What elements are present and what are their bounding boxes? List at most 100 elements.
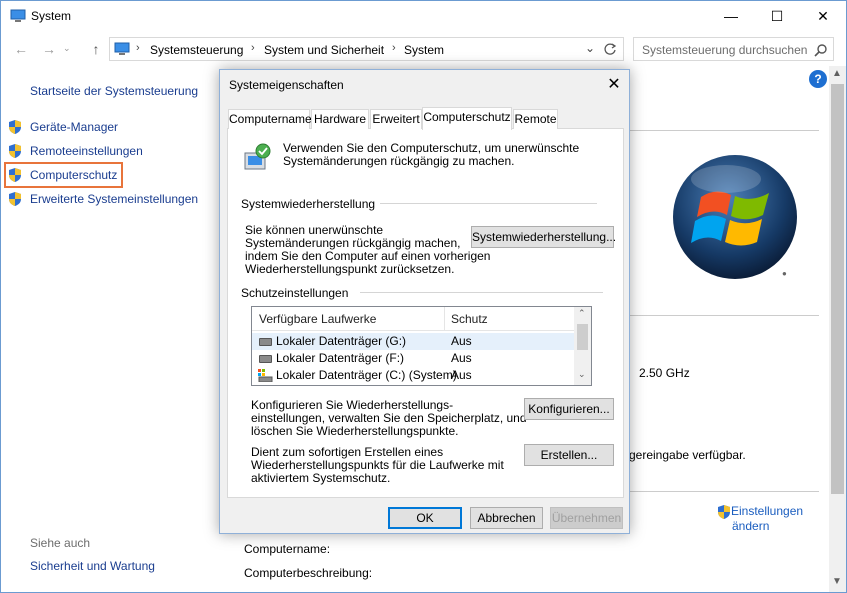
create-text-2: Wiederherstellungspunkts für die Laufwer… — [251, 458, 504, 472]
breadcrumb-separator-icon[interactable]: › — [251, 42, 255, 54]
change-settings-label: ändern — [732, 519, 770, 533]
scroll-down-icon[interactable]: ▼ — [832, 576, 842, 587]
see-also-sicherheit-und-wartung[interactable]: Sicherheit und Wartung — [30, 559, 155, 573]
configure-button[interactable]: Konfigurieren... — [524, 398, 614, 420]
create-text-3: aktiviertem Systemschutz. — [251, 471, 391, 485]
group-divider — [360, 292, 603, 293]
pen-input-text: gereingabe verfügbar. — [629, 448, 746, 462]
tab-computername[interactable]: Computername — [228, 109, 312, 129]
table-row[interactable]: Lokaler Datenträger (G:) Aus — [252, 333, 574, 350]
minimize-button[interactable]: — — [708, 1, 754, 32]
dialog-title: Systemeigenschaften — [229, 78, 344, 92]
tab-computerschutz[interactable]: Computerschutz — [422, 107, 512, 130]
recent-locations-chevron-icon[interactable]: ⌄ — [63, 43, 71, 54]
window-title: System — [31, 9, 72, 23]
system-restore-button[interactable]: Systemwiederherstellung... — [471, 226, 616, 248]
control-panel-icon — [114, 42, 130, 55]
column-header-laufwerke[interactable]: Verfügbare Laufwerke — [252, 307, 445, 331]
drive-name: Lokaler Datenträger (C:) (System) — [276, 368, 457, 382]
breadcrumb-systemsteuerung[interactable]: Systemsteuerung — [150, 43, 243, 57]
shield-icon — [9, 192, 21, 206]
dialog-close-button[interactable]: ✕ — [602, 73, 626, 97]
ok-button[interactable]: OK — [388, 507, 462, 529]
search-input[interactable]: Systemsteuerung durchsuchen — [642, 43, 807, 57]
up-button[interactable]: ↑ — [86, 41, 106, 57]
section-divider — [629, 315, 819, 316]
table-row[interactable]: Lokaler Datenträger (C:) (System) Aus — [252, 367, 574, 384]
scroll-thumb[interactable] — [831, 84, 844, 494]
address-box[interactable]: › Systemsteuerung › System und Sicherhei… — [109, 37, 624, 61]
restore-text-4: Wiederherstellungspunkt zurücksetzen. — [245, 262, 455, 276]
back-button[interactable]: ← — [11, 41, 31, 57]
table-row[interactable]: Lokaler Datenträger (F:) Aus — [252, 350, 574, 367]
sidebar-item-computerschutz[interactable]: Computerschutz — [4, 162, 123, 188]
breadcrumb-system-und-sicherheit[interactable]: System und Sicherheit — [264, 43, 384, 57]
configure-text-1: Konfigurieren Sie Wiederherstellungs- — [251, 398, 454, 412]
scroll-up-icon[interactable]: ▲ — [832, 68, 842, 79]
title-bar[interactable]: System — ☐ ✕ — [1, 1, 846, 32]
cancel-button[interactable]: Abbrechen — [470, 507, 543, 529]
intro-line-2: Systemänderungen rückgängig zu machen. — [283, 154, 515, 168]
configure-text-2: einstellungen, verwalten Sie den Speiche… — [251, 411, 527, 425]
apply-button[interactable]: Übernehmen — [550, 507, 623, 529]
computer-description-label: Computerbeschreibung: — [244, 566, 373, 580]
tab-erweitert[interactable]: Erweitert — [370, 109, 422, 129]
drive-list[interactable]: Verfügbare Laufwerke Schutz Lokaler Date… — [251, 306, 592, 386]
tab-remote[interactable]: Remote — [513, 109, 558, 129]
search-icon[interactable] — [814, 43, 828, 57]
drive-name: Lokaler Datenträger (F:) — [276, 351, 405, 365]
protection-group-heading: Schutzeinstellungen — [241, 286, 349, 300]
address-dropdown-chevron-icon[interactable]: ⌄ — [585, 41, 595, 55]
sidebar-item-label: Computerschutz — [30, 168, 118, 182]
help-icon[interactable]: ? — [809, 70, 827, 88]
sidebar-item-label: Geräte-Manager — [30, 120, 119, 134]
breadcrumb-system[interactable]: System — [404, 43, 444, 57]
scroll-thumb[interactable] — [577, 324, 588, 350]
drive-icon — [259, 355, 272, 363]
change-settings-label: Einstellungen — [731, 504, 804, 518]
computer-icon — [10, 9, 26, 22]
scroll-down-icon[interactable]: ⌄ — [578, 369, 586, 380]
breadcrumb-separator-icon[interactable]: › — [392, 42, 396, 54]
restore-group-heading: Systemwiederherstellung — [241, 197, 376, 211]
refresh-icon[interactable] — [603, 42, 617, 56]
maximize-button[interactable]: ☐ — [754, 1, 800, 32]
system-properties-dialog: Systemeigenschaften ✕ Computername Hardw… — [219, 69, 630, 534]
registered-mark-icon: ● — [782, 269, 787, 278]
shield-icon — [9, 144, 21, 158]
see-also-heading: Siehe auch — [30, 536, 91, 550]
tab-hardware[interactable]: Hardware — [311, 109, 369, 129]
group-divider — [380, 203, 597, 204]
scroll-up-icon[interactable]: ⌃ — [578, 308, 586, 319]
section-divider — [629, 130, 819, 131]
drive-name: Lokaler Datenträger (G:) — [276, 334, 407, 348]
shield-icon — [9, 168, 21, 182]
home-link[interactable]: Startseite der Systemsteuerung — [30, 84, 198, 98]
intro-line-1: Verwenden Sie den Computerschutz, um une… — [283, 141, 580, 155]
system-protection-icon — [244, 143, 271, 170]
drive-list-scrollbar[interactable]: ⌃ ⌄ — [574, 307, 591, 385]
configure-text-3: löschen Sie Wiederherstellungspunkte. — [251, 424, 459, 438]
main-scrollbar[interactable]: ▲ ▼ — [829, 66, 846, 592]
create-button[interactable]: Erstellen... — [524, 444, 614, 466]
forward-button[interactable]: → — [39, 41, 59, 57]
system-drive-icon — [258, 369, 273, 382]
windows-logo-icon — [673, 155, 797, 279]
shield-icon — [9, 120, 21, 134]
sidebar-item-label: Remoteeinstellungen — [30, 144, 143, 158]
column-header-schutz[interactable]: Schutz — [445, 307, 574, 331]
restore-text-3: indem Sie den Computer auf einen vorheri… — [245, 249, 491, 263]
close-button[interactable]: ✕ — [800, 1, 846, 32]
address-bar-row: ← → ⌄ ↑ › Systemsteuerung › System und S… — [1, 34, 846, 66]
breadcrumb-separator-icon[interactable]: › — [136, 42, 140, 54]
drive-protection: Aus — [451, 351, 472, 365]
restore-text-1: Sie können unerwünschte — [245, 223, 384, 237]
section-divider — [629, 491, 819, 492]
search-box[interactable]: Systemsteuerung durchsuchen — [633, 37, 834, 61]
drive-protection: Aus — [451, 368, 472, 382]
drive-protection: Aus — [451, 334, 472, 348]
create-text-1: Dient zum sofortigen Erstellen eines — [251, 445, 444, 459]
restore-text-2: Systemänderungen rückgängig machen, — [245, 236, 461, 250]
drive-icon — [259, 338, 272, 346]
computer-name-label: Computername: — [244, 542, 331, 556]
